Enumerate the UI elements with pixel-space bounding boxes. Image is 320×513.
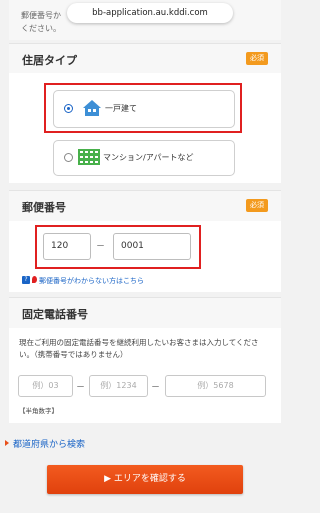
arrow-right-icon xyxy=(5,440,9,446)
phone-header: 固定電話番号 xyxy=(9,297,281,329)
option-label-apartment: マンション/アパートなど xyxy=(103,153,194,162)
phone-note: 【半角数字】 xyxy=(19,407,58,415)
url-bar[interactable]: bb-application.au.kddi.com xyxy=(67,3,233,23)
radio-apartment[interactable] xyxy=(64,153,73,162)
required-badge: 必須 xyxy=(246,52,268,65)
highlight-postal xyxy=(35,225,201,269)
housing-header: 住居タイプ 必須 xyxy=(9,43,281,75)
required-badge: 必須 xyxy=(246,199,268,212)
postal-title: 郵便番号 xyxy=(22,201,66,214)
phone-separator-1: － xyxy=(76,383,86,393)
phone-local-input[interactable]: 例）1234 xyxy=(89,375,148,397)
housing-title: 住居タイプ xyxy=(22,54,77,67)
help-icon: ? xyxy=(22,276,30,284)
option-apartment[interactable]: マンション/アパートなど xyxy=(53,140,235,176)
highlight-housing xyxy=(44,83,242,133)
phone-subscriber-input[interactable]: 例）5678 xyxy=(165,375,266,397)
prefecture-search-link[interactable]: 都道府県から検索 xyxy=(13,437,85,450)
phone-separator-2: － xyxy=(151,383,161,393)
postal-header: 郵便番号 必須 xyxy=(9,190,281,222)
phone-area-input[interactable]: 例）03 xyxy=(18,375,73,397)
building-icon xyxy=(78,149,100,169)
confirm-area-button[interactable]: ▶ エリアを確認する xyxy=(47,465,243,494)
pin-icon xyxy=(32,276,37,283)
phone-title: 固定電話番号 xyxy=(22,308,88,321)
phone-description: 現在ご利用の固定電話番号を継続利用したいお客さまは入力してください。（携帯番号で… xyxy=(19,338,259,359)
postal-help-link[interactable]: 郵便番号がわからない方はこちら xyxy=(39,276,144,286)
